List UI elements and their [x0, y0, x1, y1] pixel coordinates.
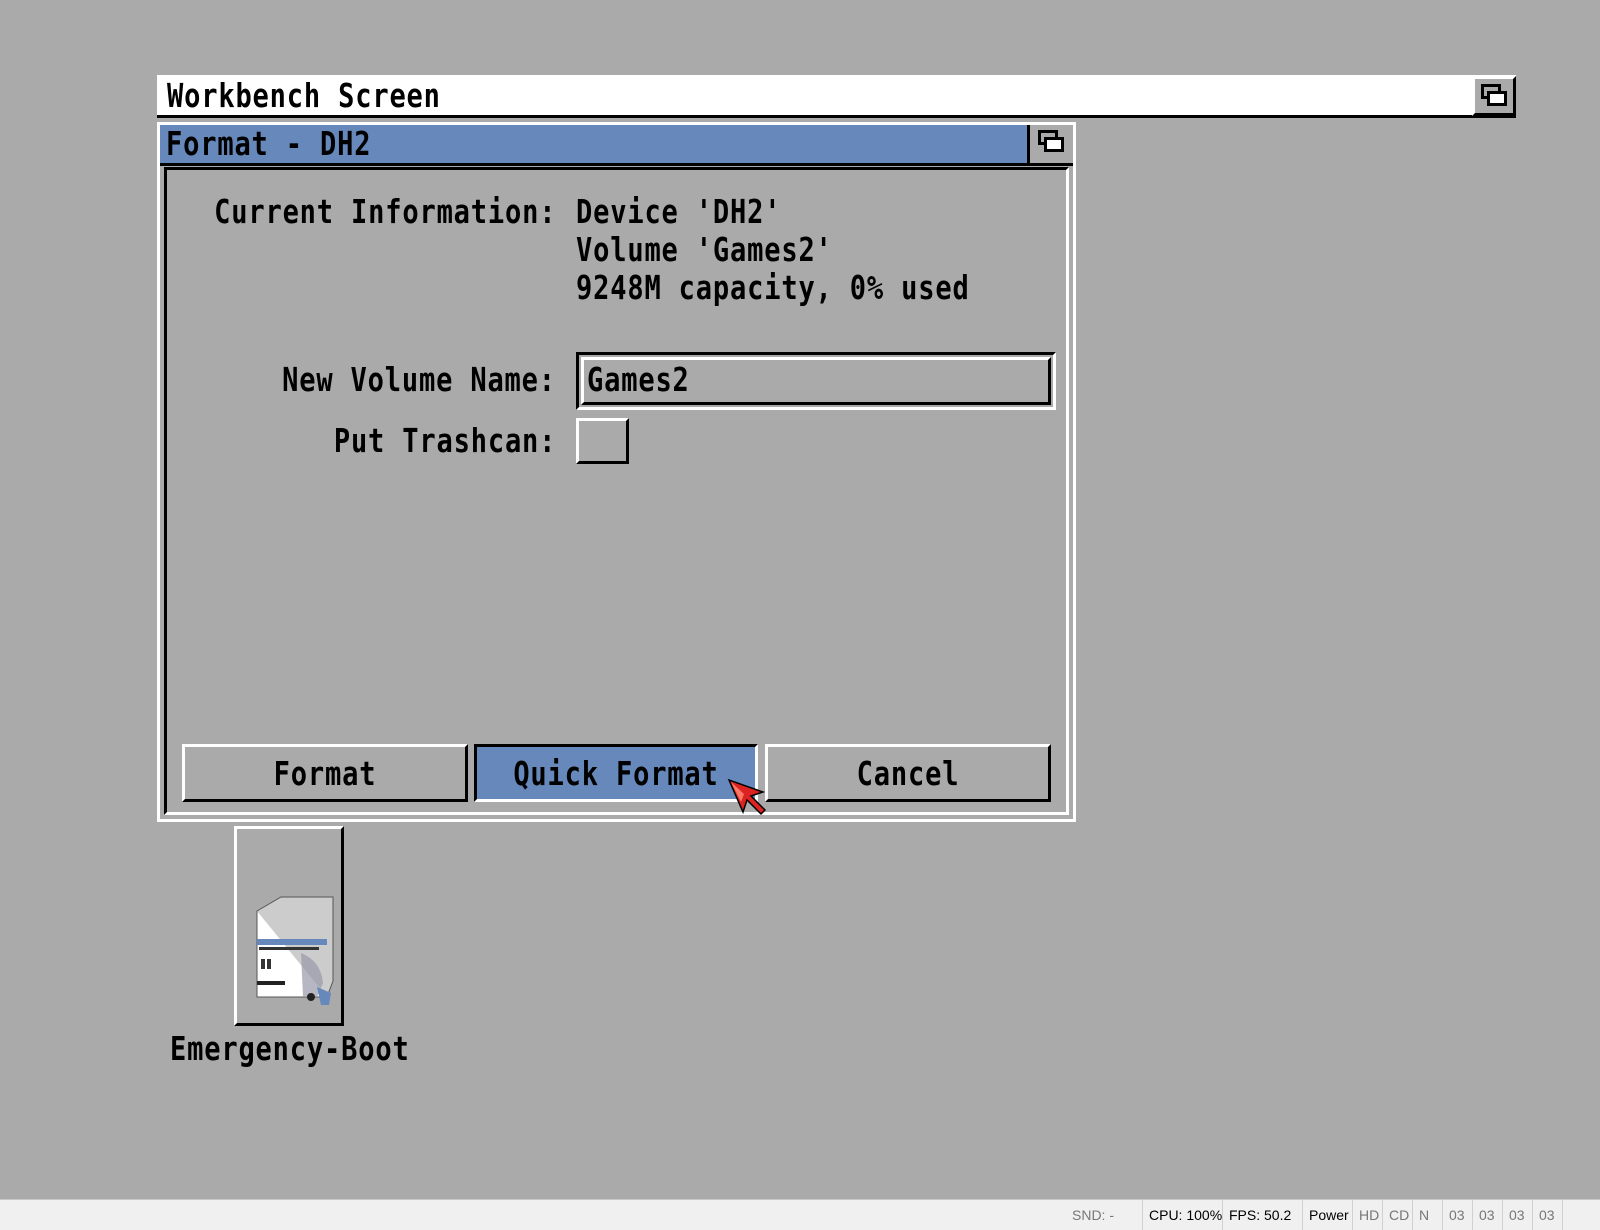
- df0-status: 03: [1442, 1200, 1472, 1230]
- format-button[interactable]: Format: [182, 744, 468, 802]
- cancel-button-label: Cancel: [856, 754, 960, 793]
- new-volume-name-label: New Volume Name:: [282, 360, 556, 399]
- window-titlebar[interactable]: Format - DH2: [160, 125, 1073, 166]
- new-volume-name-value[interactable]: Games2: [587, 361, 690, 399]
- capacity-line: 9248M capacity, 0% used: [576, 268, 970, 307]
- screen-depth-gadget-icon[interactable]: [1472, 76, 1516, 116]
- n-led: N: [1412, 1200, 1442, 1230]
- cd-led: CD: [1382, 1200, 1412, 1230]
- sound-status: SND: -: [1072, 1207, 1114, 1223]
- window-depth-gadget-icon[interactable]: [1027, 125, 1073, 163]
- hard-drive-icon[interactable]: [237, 829, 341, 1023]
- mouse-pointer-icon: [727, 778, 767, 816]
- df2-status: 03: [1502, 1200, 1532, 1230]
- emergency-boot-icon-frame[interactable]: [234, 826, 344, 1026]
- format-button-label: Format: [273, 754, 377, 793]
- emulator-statusbar: SND: - CPU: 100% FPS: 50.2 Power HD CD N…: [0, 1199, 1600, 1230]
- df3-status: 03: [1532, 1200, 1562, 1230]
- screen-title: Workbench Screen: [167, 76, 441, 115]
- df1-status: 03: [1472, 1200, 1502, 1230]
- put-trashcan-label: Put Trashcan:: [333, 421, 556, 460]
- current-info-label: Current Information:: [213, 192, 556, 231]
- cancel-button[interactable]: Cancel: [765, 744, 1051, 802]
- volume-line: Volume 'Games2': [576, 230, 833, 269]
- put-trashcan-checkbox[interactable]: [576, 418, 629, 464]
- device-line: Device 'DH2': [576, 192, 782, 231]
- quick-format-button-label: Quick Format: [513, 754, 719, 793]
- fps-status: FPS: 50.2: [1222, 1200, 1302, 1230]
- cpu-status: CPU: 100%: [1142, 1200, 1222, 1230]
- workbench-screen-titlebar[interactable]: Workbench Screen: [157, 75, 1516, 118]
- new-volume-name-input[interactable]: Games2: [576, 352, 1056, 410]
- emergency-boot-label[interactable]: Emergency-Boot: [170, 1030, 410, 1068]
- resize-grip-icon[interactable]: [1562, 1200, 1600, 1230]
- power-led: Power: [1302, 1200, 1352, 1230]
- window-title: Format - DH2: [166, 124, 372, 163]
- hd-led: HD: [1352, 1200, 1382, 1230]
- quick-format-button[interactable]: Quick Format: [474, 744, 758, 802]
